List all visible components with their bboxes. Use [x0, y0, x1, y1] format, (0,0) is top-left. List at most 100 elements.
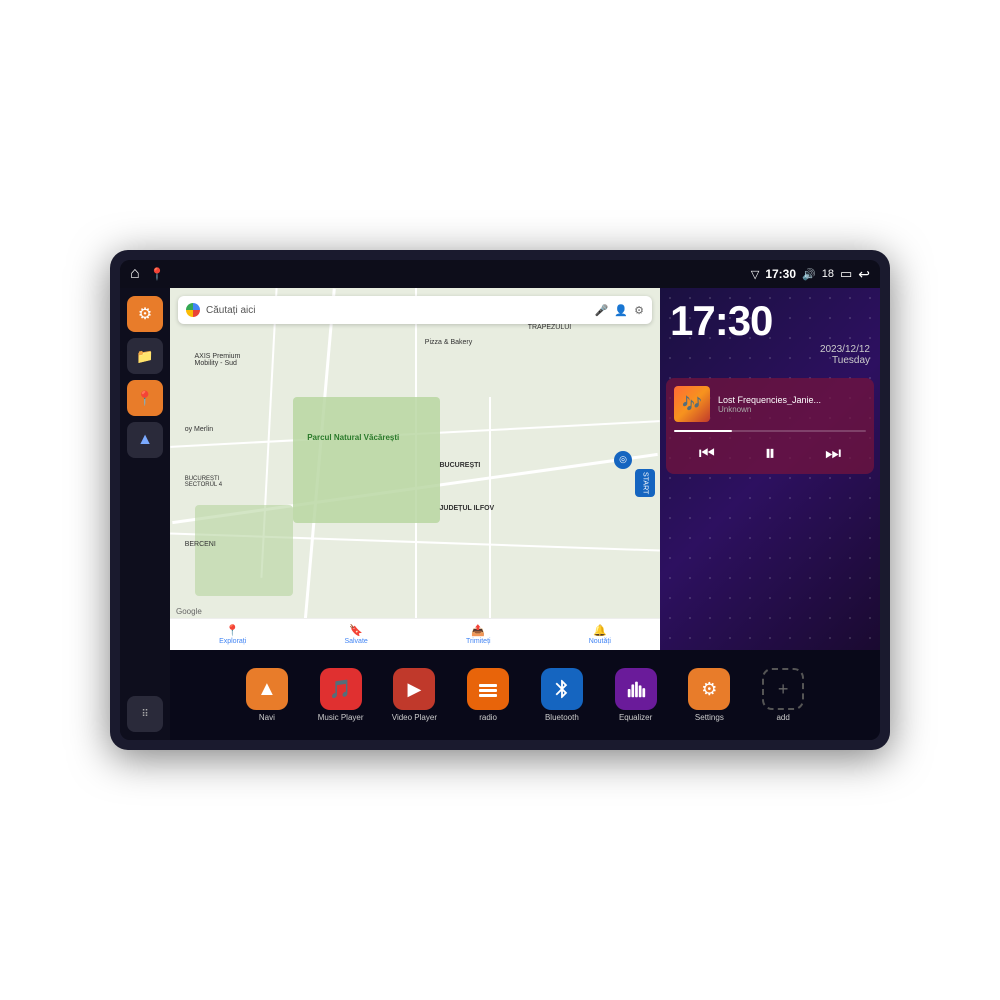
clock-section: 17:30 2023/12/12 Tuesday	[660, 288, 880, 374]
music-title: Lost Frequencies_Janie...	[718, 395, 866, 405]
sidebar-apps-btn[interactable]: ⠿	[127, 696, 163, 732]
music-icon: 🎵	[320, 668, 362, 710]
bluetooth-icon	[541, 668, 583, 710]
sidebar: ⚙ 📁 📍 ▲ ⠿	[120, 288, 170, 740]
explore-icon: 📍	[226, 624, 240, 637]
settings-label: Settings	[695, 713, 724, 722]
video-label: Video Player	[392, 713, 437, 722]
equalizer-label: Equalizer	[619, 713, 652, 722]
sidebar-files-btn[interactable]: 📁	[127, 338, 163, 374]
google-watermark: Google	[176, 607, 202, 616]
map-label-berceni: BERCENI	[185, 541, 216, 548]
car-display-device: ⌂ 📍 ▽ 17:30 🔊 18 ▭ ↩ ⚙ 📁	[110, 250, 890, 750]
app-equalizer[interactable]: Equalizer	[599, 668, 673, 722]
next-btn[interactable]: ⏭	[825, 443, 841, 464]
music-section: 🎶 Lost Frequencies_Janie... Unknown	[666, 378, 874, 474]
bluetooth-label: Bluetooth	[545, 713, 579, 722]
clock-date: 2023/12/12 Tuesday	[670, 344, 870, 366]
music-label: Music Player	[318, 713, 364, 722]
app-bluetooth[interactable]: Bluetooth	[525, 668, 599, 722]
status-time: 17:30	[765, 267, 796, 281]
app-navi[interactable]: ▲ Navi	[230, 668, 304, 722]
gear-icon: ⚙	[138, 304, 152, 324]
grid-icon: ⠿	[141, 709, 148, 720]
search-text: Căutați aici	[206, 305, 589, 316]
google-logo	[186, 303, 200, 317]
home-icon[interactable]: ⌂	[130, 265, 140, 283]
equalizer-icon	[615, 668, 657, 710]
nav-arrow-icon: ▲	[137, 431, 153, 449]
app-grid-section: ▲ Navi 🎵 Music Player ▶ Vi	[170, 650, 880, 740]
map-bottom-bar: 📍 Explorați 🔖 Salvate 📤 Trimiteți	[170, 618, 660, 650]
map-label-sector4: BUCUREȘTISECTORUL 4	[185, 476, 222, 488]
add-label: add	[776, 713, 789, 722]
map-label-ilfov: JUDEȚUL ILFOV	[440, 505, 495, 512]
map-options-icon[interactable]: ⚙	[634, 304, 644, 317]
explore-label: Explorați	[219, 638, 246, 645]
map-icon: 📍	[136, 390, 153, 407]
send-label: Trimiteți	[466, 638, 491, 645]
top-section: AXIS PremiumMobility - Sud Pizza & Baker…	[170, 288, 880, 650]
video-icon: ▶	[393, 668, 435, 710]
saved-icon: 🔖	[349, 624, 363, 637]
back-icon[interactable]: ↩	[858, 266, 870, 283]
navi-label: Navi	[259, 713, 275, 722]
right-panel: 17:30 2023/12/12 Tuesday 🎶 Lost Frequenc…	[660, 288, 880, 650]
news-label: Noutăți	[589, 638, 611, 645]
app-music[interactable]: 🎵 Music Player	[304, 668, 378, 722]
app-add[interactable]: + add	[746, 668, 820, 722]
send-icon: 📤	[471, 624, 485, 637]
status-bar: ⌂ 📍 ▽ 17:30 🔊 18 ▭ ↩	[120, 260, 880, 288]
status-left: ⌂ 📍	[130, 265, 165, 283]
sidebar-nav-btn[interactable]: ▲	[127, 422, 163, 458]
navi-icon: ▲	[246, 668, 288, 710]
device-screen: ⌂ 📍 ▽ 17:30 🔊 18 ▭ ↩ ⚙ 📁	[120, 260, 880, 740]
map-area[interactable]: AXIS PremiumMobility - Sud Pizza & Baker…	[170, 288, 660, 650]
map-news[interactable]: 🔔 Noutăți	[589, 624, 611, 645]
account-icon[interactable]: 👤	[614, 304, 628, 317]
add-icon: +	[762, 668, 804, 710]
music-text: Lost Frequencies_Janie... Unknown	[718, 395, 866, 414]
wifi-icon: ▽	[751, 268, 759, 281]
start-btn[interactable]: START	[635, 469, 655, 497]
folder-icon: 📁	[136, 348, 153, 365]
music-info: 🎶 Lost Frequencies_Janie... Unknown	[674, 386, 866, 422]
battery-icon: ▭	[840, 266, 852, 282]
map-send[interactable]: 📤 Trimiteți	[466, 624, 491, 645]
map-background: AXIS PremiumMobility - Sud Pizza & Baker…	[170, 288, 660, 650]
progress-fill	[674, 430, 732, 432]
app-settings[interactable]: ⚙ Settings	[673, 668, 747, 722]
map-label-merlin: oy Merlin	[185, 426, 213, 433]
center-area: AXIS PremiumMobility - Sud Pizza & Baker…	[170, 288, 880, 740]
sidebar-settings-btn[interactable]: ⚙	[127, 296, 163, 332]
music-progress-bar[interactable]	[674, 430, 866, 432]
prev-btn[interactable]: ⏮	[699, 443, 715, 464]
map-label-parc: Parcul Natural Văcărești	[307, 433, 399, 442]
settings-icon: ⚙	[688, 668, 730, 710]
status-right: ▽ 17:30 🔊 18 ▭ ↩	[751, 266, 870, 283]
main-content: ⚙ 📁 📍 ▲ ⠿	[120, 288, 880, 740]
app-radio[interactable]: radio	[451, 668, 525, 722]
music-artist: Unknown	[718, 405, 866, 414]
volume-icon: 🔊	[802, 268, 816, 281]
map-label-axis: AXIS PremiumMobility - Sud	[195, 353, 241, 367]
mic-icon[interactable]: 🎤	[595, 304, 609, 317]
map-explore[interactable]: 📍 Explorați	[219, 624, 246, 645]
map-search-bar[interactable]: Căutați aici 🎤 👤 ⚙	[178, 296, 652, 324]
music-controls: ⏮ ⏸ ⏭	[674, 440, 866, 466]
map-label-buc: BUCUREȘTI	[440, 462, 481, 469]
album-art: 🎶	[674, 386, 710, 422]
battery-level: 18	[822, 268, 834, 280]
map-saved[interactable]: 🔖 Salvate	[344, 624, 367, 645]
map-label-trap: TRAPEZULUI	[528, 324, 572, 331]
saved-label: Salvate	[344, 638, 367, 645]
map-pin-icon[interactable]: 📍	[150, 267, 165, 281]
map-label-pizza: Pizza & Bakery	[425, 339, 472, 346]
sidebar-map-btn[interactable]: 📍	[127, 380, 163, 416]
radio-icon	[467, 668, 509, 710]
play-pause-btn[interactable]: ⏸	[764, 440, 775, 466]
news-icon: 🔔	[593, 624, 607, 637]
clock-time: 17:30	[670, 300, 870, 342]
nav-dot[interactable]: ◎	[614, 451, 632, 469]
app-video[interactable]: ▶ Video Player	[378, 668, 452, 722]
